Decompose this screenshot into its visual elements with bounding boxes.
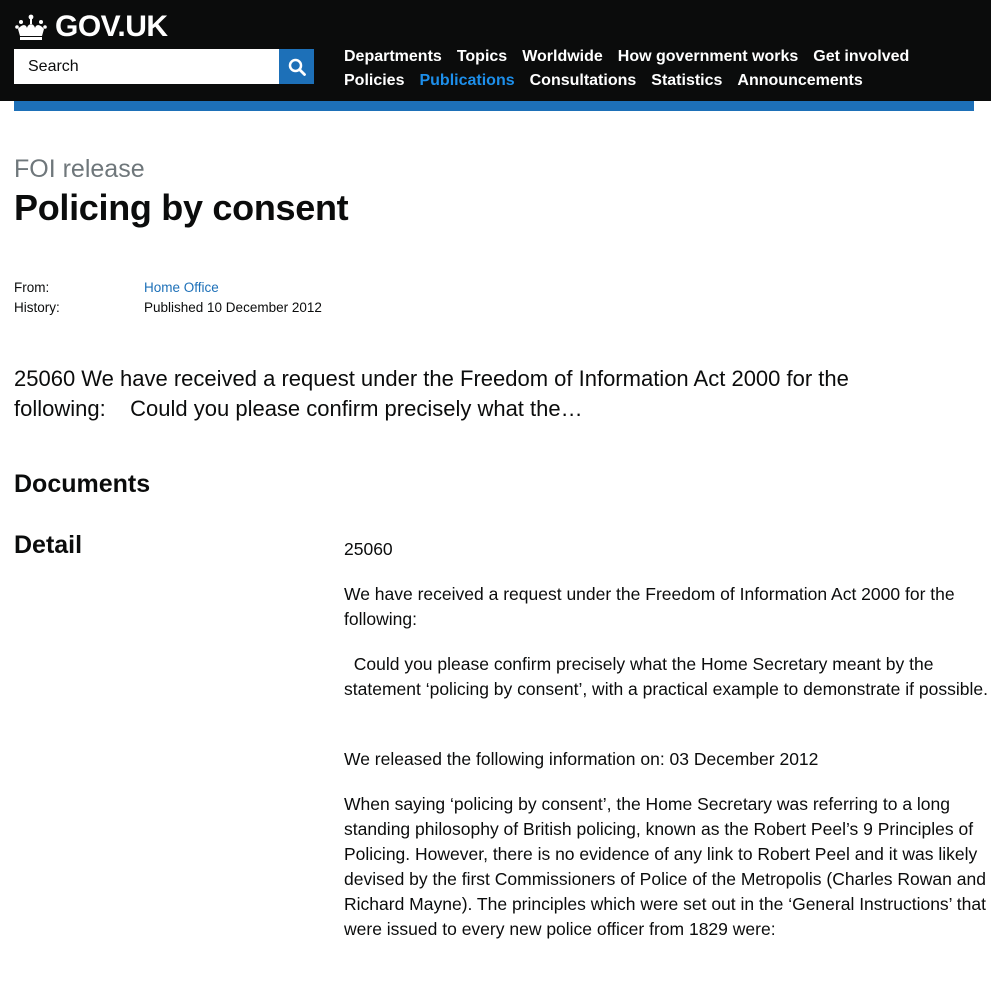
document-type: FOI release [14, 155, 145, 183]
meta-history-label: History: [14, 299, 60, 315]
documents-heading: Documents [14, 470, 151, 498]
meta-history-value: Published 10 December 2012 [144, 299, 322, 315]
detail-body: 25060 We have received a request under t… [344, 537, 989, 962]
nav-row-1: Departments Topics Worldwide How governm… [344, 45, 964, 69]
detail-paragraph: When saying ‘policing by consent’, the H… [344, 794, 991, 939]
metadata: From: Home Office History: Published 10 … [14, 277, 322, 317]
main-navigation: Departments Topics Worldwide How governm… [344, 45, 964, 93]
nav-departments[interactable]: Departments [344, 48, 442, 66]
detail-heading: Detail [14, 531, 83, 559]
nav-publications[interactable]: Publications [419, 72, 514, 90]
search-icon [288, 58, 306, 76]
page-title: Policing by consent [14, 187, 349, 228]
meta-history-row: History: Published 10 December 2012 [14, 297, 322, 317]
crown-icon [15, 14, 47, 40]
search-button[interactable] [279, 49, 314, 84]
detail-paragraph: 25060 [344, 539, 393, 559]
header-accent-bar [14, 101, 974, 111]
nav-worldwide[interactable]: Worldwide [522, 48, 603, 66]
detail-paragraph: We released the following information on… [344, 749, 819, 769]
nav-statistics[interactable]: Statistics [651, 72, 722, 90]
nav-announcements[interactable]: Announcements [737, 72, 862, 90]
detail-paragraph: We have received a request under the Fre… [344, 584, 960, 629]
summary: 25060 We have received a request under t… [14, 366, 856, 421]
meta-from-label: From: [14, 279, 50, 295]
nav-get-involved[interactable]: Get involved [813, 48, 909, 66]
nav-topics[interactable]: Topics [457, 48, 507, 66]
logo-text: GOV.UK [55, 10, 168, 43]
organisation-link[interactable]: Home Office [144, 280, 219, 295]
site-header: GOV.UK Departments Topics Worldwide How … [0, 0, 991, 101]
nav-row-2: Policies Publications Consultations Stat… [344, 69, 964, 93]
nav-policies[interactable]: Policies [344, 72, 404, 90]
search-form [14, 49, 314, 84]
nav-how-government-works[interactable]: How government works [618, 48, 798, 66]
search-input[interactable] [14, 49, 279, 84]
meta-from-row: From: Home Office [14, 277, 322, 297]
detail-paragraph: Could you please confirm precisely what … [344, 654, 988, 699]
nav-consultations[interactable]: Consultations [530, 72, 637, 90]
govuk-logo-link[interactable]: GOV.UK [14, 8, 168, 46]
